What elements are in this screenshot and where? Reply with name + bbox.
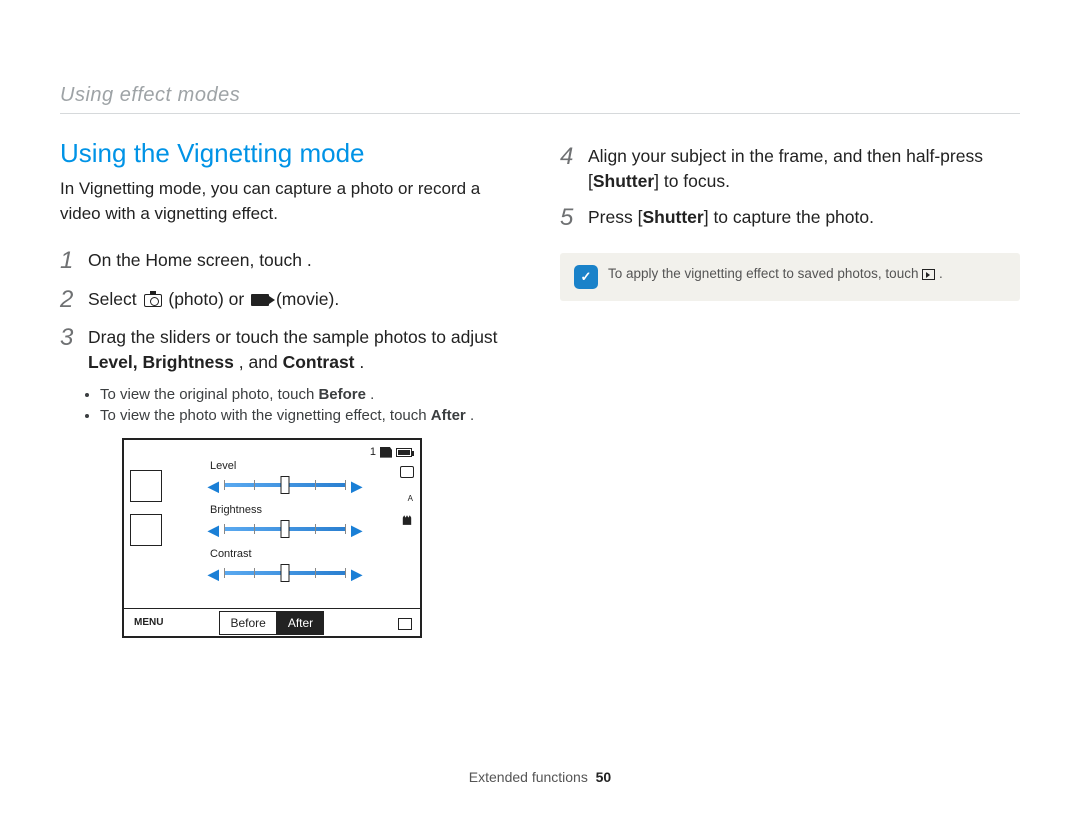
step-5: 5 Press [Shutter] to capture the photo. — [560, 205, 1020, 231]
info-icon: ✓ — [574, 265, 598, 289]
text: To apply the vignetting effect to saved … — [608, 266, 922, 281]
step-4: 4 Align your subject in the frame, and t… — [560, 144, 1020, 193]
before-tab[interactable]: Before — [219, 611, 276, 635]
brightness-slider[interactable]: ◀ ▶ — [210, 518, 360, 540]
step-text: Press [Shutter] to capture the photo. — [588, 205, 874, 230]
movie-icon — [251, 294, 269, 306]
sample-thumbnail[interactable] — [130, 470, 162, 502]
page-title: Using the Vignetting mode — [60, 138, 520, 169]
info-note: ✓ To apply the vignetting effect to save… — [560, 253, 1020, 301]
step-3: 3 Drag the sliders or touch the sample p… — [60, 325, 520, 374]
contrast-slider[interactable]: ◀ ▶ — [210, 562, 360, 584]
page-number: 50 — [596, 769, 612, 785]
text: (photo) or — [168, 289, 249, 309]
slider-label-contrast: Contrast — [210, 548, 360, 560]
bold-text: Before — [318, 386, 366, 403]
note-text: To apply the vignetting effect to saved … — [608, 265, 943, 283]
divider-top — [60, 113, 1020, 114]
arrow-right-icon: ▶ — [351, 478, 362, 495]
section-header: Using effect modes — [60, 84, 1020, 107]
bold-text: After — [431, 407, 466, 424]
slider-handle[interactable] — [281, 564, 290, 582]
playback-icon — [922, 269, 935, 280]
camera-icon — [144, 294, 162, 307]
slider-label-level: Level — [210, 460, 360, 472]
lcd-bottom-bar: MENU Before After — [124, 608, 420, 636]
shot-counter: 1 — [370, 446, 376, 458]
bold-text: Shutter — [593, 171, 654, 191]
battery-icon — [396, 448, 412, 457]
step-number: 3 — [60, 325, 88, 351]
arrow-left-icon: ◀ — [208, 566, 219, 583]
step-number: 4 — [560, 144, 588, 170]
face-detect-icon — [400, 466, 414, 478]
text: Press [ — [588, 207, 642, 227]
text: . — [470, 407, 474, 424]
arrow-right-icon: ▶ — [351, 522, 362, 539]
step-text: Align your subject in the frame, and the… — [588, 144, 1020, 193]
playback-apply-icon[interactable] — [398, 618, 412, 630]
lcd-status-bar: 1 — [370, 446, 412, 458]
left-column: Using the Vignetting mode In Vignetting … — [60, 138, 520, 638]
step-text: Drag the sliders or touch the sample pho… — [88, 325, 520, 374]
sample-thumbnail[interactable] — [130, 514, 162, 546]
text: To view the photo with the vignetting ef… — [100, 407, 431, 424]
bold-text: Level, Brightness — [88, 352, 234, 372]
text: Drag the sliders or touch the sample pho… — [88, 327, 498, 347]
page-footer: Extended functions 50 — [0, 769, 1080, 785]
right-column: 4 Align your subject in the frame, and t… — [560, 138, 1020, 638]
menu-button[interactable]: MENU — [124, 617, 173, 628]
arrow-left-icon: ◀ — [208, 478, 219, 495]
text: (movie). — [276, 289, 339, 309]
sub-bullet-after: To view the photo with the vignetting ef… — [100, 407, 520, 424]
step-number: 1 — [60, 248, 88, 274]
intro-text: In Vignetting mode, you can capture a ph… — [60, 177, 520, 226]
step-number: 2 — [60, 287, 88, 313]
text: ] to focus. — [654, 171, 730, 191]
bold-text: Shutter — [642, 207, 703, 227]
bold-text: Contrast — [283, 352, 355, 372]
lcd-sample-thumbs — [130, 470, 162, 546]
text: . — [939, 266, 943, 281]
step-2: 2 Select (photo) or (movie). — [60, 287, 520, 313]
text: ] to capture the photo. — [704, 207, 874, 227]
footer-label: Extended functions — [469, 769, 588, 785]
step-1: 1 On the Home screen, touch . — [60, 248, 520, 274]
after-tab[interactable]: After — [277, 611, 324, 635]
text: Select — [88, 289, 142, 309]
text: , and — [239, 352, 283, 372]
arrow-right-icon: ▶ — [351, 566, 362, 583]
arrow-left-icon: ◀ — [208, 522, 219, 539]
level-slider[interactable]: ◀ ▶ — [210, 474, 360, 496]
slider-handle[interactable] — [281, 476, 290, 494]
lcd-right-icons: A — [400, 466, 414, 526]
sub-bullet-before: To view the original photo, touch Before… — [100, 386, 520, 403]
step-text: On the Home screen, touch . — [88, 248, 312, 273]
camera-lcd-diagram: 1 A Level ◀ — [122, 438, 422, 638]
step-text: Select (photo) or (movie). — [88, 287, 339, 312]
sd-card-icon — [380, 447, 392, 458]
text: . — [359, 352, 364, 372]
slider-handle[interactable] — [281, 520, 290, 538]
ois-icon — [400, 514, 414, 526]
step-number: 5 — [560, 205, 588, 231]
slider-label-brightness: Brightness — [210, 504, 360, 516]
text: To view the original photo, touch — [100, 386, 318, 403]
text: . — [370, 386, 374, 403]
